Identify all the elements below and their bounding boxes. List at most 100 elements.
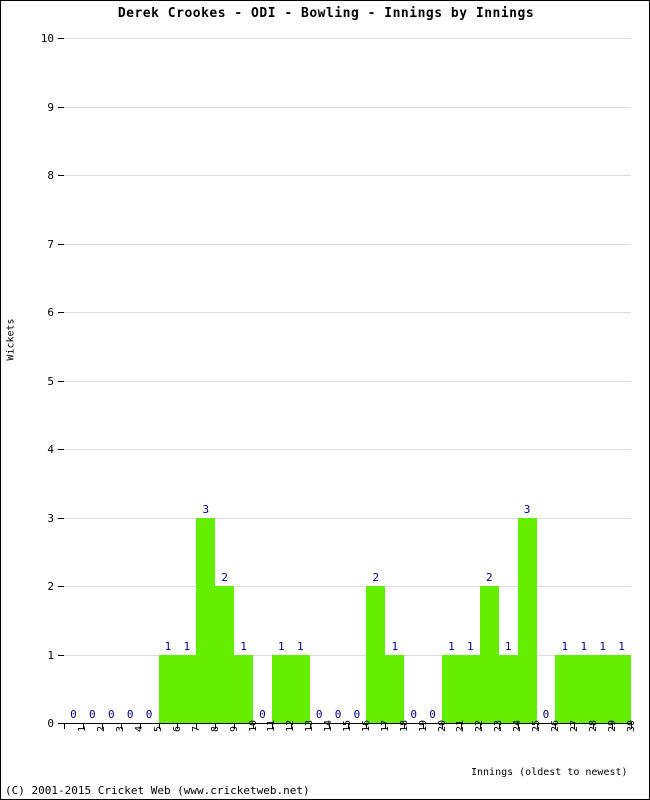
data-label: 0 (89, 708, 96, 721)
bar (593, 654, 613, 723)
x-tick-label: 25 (531, 719, 543, 732)
bar (385, 654, 405, 723)
data-label: 1 (599, 639, 606, 653)
page-title: Derek Crookes - ODI - Bowling - Innings … (117, 6, 535, 21)
y-tick (58, 106, 64, 108)
y-tick-label: 9 (47, 100, 54, 114)
x-tick-label: 16 (360, 719, 372, 732)
y-tick-label: 7 (47, 237, 54, 251)
data-label: 1 (296, 639, 304, 653)
x-tick-label: 24 (512, 719, 524, 732)
y-tick (58, 586, 64, 587)
data-label: 1 (504, 639, 512, 653)
gridline (64, 175, 631, 176)
y-tick (58, 312, 64, 313)
chart-container: Derek Crookes - ODI - Bowling - Innings … (0, 0, 650, 800)
x-tick-label: 7 (190, 725, 202, 732)
data-label: 1 (618, 639, 625, 653)
x-tick-label: 28 (587, 719, 599, 732)
data-label: 0 (145, 708, 153, 721)
bar (574, 654, 594, 723)
bar (460, 654, 480, 723)
gridline (64, 586, 631, 587)
y-tick (58, 517, 64, 519)
data-label: 1 (183, 639, 191, 653)
y-tick (58, 449, 64, 450)
bar (442, 654, 461, 723)
bar (290, 654, 310, 723)
gridline (64, 38, 631, 39)
x-tick-label: 14 (323, 719, 335, 732)
y-tick (58, 654, 64, 656)
bar (271, 654, 291, 723)
bar (196, 517, 216, 723)
copyright-footer: (C) 2001-2015 Cricket Web (www.cricketwe… (5, 784, 310, 797)
y-tick (58, 38, 64, 39)
bar (366, 586, 386, 723)
gridline (64, 243, 631, 245)
y-tick (58, 175, 64, 176)
x-tick-label: 27 (568, 719, 580, 732)
data-label: 3 (523, 502, 531, 516)
data-label: 2 (485, 571, 493, 584)
data-label: 1 (467, 639, 474, 653)
y-tick (58, 380, 64, 382)
bar (158, 654, 178, 723)
bar (479, 586, 499, 723)
y-tick-label: 6 (47, 306, 54, 319)
y-tick-label: 10 (40, 32, 54, 45)
x-tick-label: 30 (625, 719, 637, 732)
bar (215, 586, 235, 723)
y-axis-title: Wickets (5, 318, 17, 361)
x-tick (64, 724, 65, 729)
x-tick-label: 1 (77, 725, 89, 732)
x-tick-label: 17 (379, 719, 391, 732)
x-tick-label: 2 (96, 725, 108, 732)
x-tick-label: 10 (247, 719, 259, 732)
y-tick-label: 5 (47, 374, 54, 388)
bar (555, 654, 575, 723)
y-tick-label: 3 (47, 511, 54, 525)
x-tick-label: 11 (266, 719, 278, 732)
y-tick (58, 243, 64, 245)
x-tick-label: 29 (606, 719, 618, 732)
x-tick-label: 15 (342, 719, 354, 732)
bar (177, 654, 197, 723)
x-tick-label: 4 (134, 725, 146, 732)
x-tick-label: 9 (228, 725, 240, 732)
y-tick-label: 4 (47, 443, 54, 456)
x-tick-label: 22 (474, 719, 486, 732)
x-tick-label: 18 (398, 719, 410, 732)
data-label: 1 (391, 639, 399, 653)
y-tick-label: 2 (47, 580, 54, 593)
bar (517, 517, 537, 723)
x-tick-label: 20 (436, 719, 448, 732)
gridline (64, 312, 631, 313)
bar (498, 654, 518, 723)
data-label: 1 (278, 639, 285, 653)
data-label: 1 (448, 639, 455, 653)
bar (234, 654, 254, 723)
data-label: 0 (126, 708, 134, 721)
data-label: 1 (164, 639, 172, 653)
x-tick-label: 5 (153, 725, 165, 732)
x-tick-label: 23 (493, 719, 505, 732)
gridline (64, 106, 631, 108)
data-label: 2 (372, 571, 380, 584)
gridline (64, 517, 631, 519)
data-label: 0 (70, 708, 77, 721)
data-label: 2 (221, 571, 228, 584)
y-tick-label: 8 (47, 169, 54, 182)
x-tick-label: 3 (115, 725, 127, 732)
data-label: 0 (107, 708, 115, 721)
data-label: 3 (202, 502, 210, 516)
x-tick-label: 12 (285, 719, 297, 732)
gridline (64, 654, 631, 656)
gridline (64, 380, 631, 382)
gridline (64, 449, 631, 450)
plot-area: 000001132101100021001121301111 (64, 38, 632, 723)
x-tick-label: 13 (304, 719, 316, 732)
x-axis-title: Innings (oldest to newest) (471, 767, 628, 778)
y-tick-label: 1 (47, 648, 54, 662)
x-tick-label: 6 (171, 725, 183, 732)
